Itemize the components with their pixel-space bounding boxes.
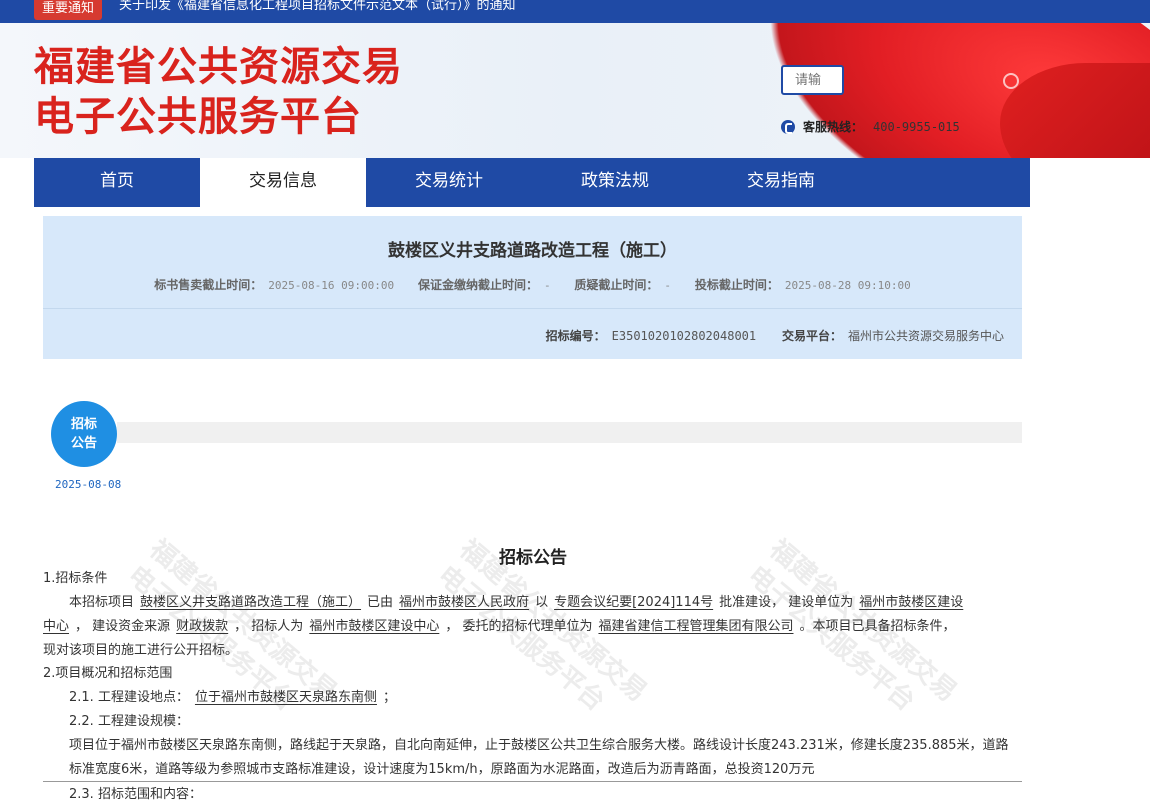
doc-sale-deadline-label: 标书售卖截止时间：: [154, 278, 263, 292]
text: ， 招标人为: [234, 619, 304, 634]
timeline-node-announcement[interactable]: 招标 公告: [51, 401, 117, 467]
text: 本招标项目: [69, 595, 135, 610]
platform-label: 交易平台：: [781, 329, 842, 343]
main-nav: 首页 交易信息 交易统计 政策法规 交易指南: [34, 158, 1030, 207]
nav-item-guide[interactable]: 交易指南: [698, 158, 864, 207]
section-2-2-text-line2: 标准宽度6米，道路等级为参照城市支路标准建设，设计速度为15km/h，原路面为水…: [69, 762, 815, 777]
site-logo-line1[interactable]: 福建省公共资源交易: [34, 45, 403, 89]
hotline: 客服热线： 400-9955-015: [781, 118, 960, 135]
construction-site: 位于福州市鼓楼区天泉路东南侧: [194, 690, 377, 705]
article-title: 招标公告: [499, 548, 567, 568]
text: 。本项目已具备招标条件，: [799, 619, 956, 634]
owner-unit: 福州市鼓楼区建设: [859, 595, 964, 610]
paragraph-1-line1: 本招标项目 鼓楼区义井支路道路改造工程（施工） 已由 福州市鼓楼区人民政府以专题会议纪…: [69, 595, 969, 611]
nav-item-policy[interactable]: 政策法规: [532, 158, 698, 207]
text: 以: [535, 595, 549, 610]
text: 已由: [367, 595, 394, 610]
search-icon[interactable]: [1003, 73, 1019, 89]
notice-bar: 重要通知 关于印发《福建省信息化工程项目招标文件示范文本（试行）》的通知: [0, 0, 1150, 23]
project-name: 鼓楼区义井支路道路改造工程（施工）: [140, 595, 362, 610]
tenderer: 福州市鼓楼区建设中心: [309, 619, 440, 634]
agent: 福建省建信工程管理集团有限公司: [598, 619, 794, 634]
section-2-3-label: 2.3. 招标范围和内容：: [69, 787, 202, 802]
nav-item-home[interactable]: 首页: [34, 158, 200, 207]
text: ， 建设资金来源: [75, 619, 171, 634]
timeline-bar: [117, 422, 1022, 443]
watermark-line2: 电子公共服务平台: [431, 560, 611, 718]
phone-icon: [781, 119, 795, 134]
site-header: 福建省公共资源交易 电子公共服务平台 客服热线： 400-9955-015: [0, 23, 1150, 158]
search-box: [781, 65, 851, 95]
doc-sale-deadline-value: 2025-08-16 09:00:00: [268, 279, 395, 292]
section-2-2-label: 2.2. 工程建设规模：: [69, 714, 189, 729]
query-deadline-label: 质疑截止时间：: [574, 278, 659, 292]
info-divider: [43, 308, 1022, 309]
timeline-node-line1: 招标: [70, 417, 97, 432]
fund-source: 财政拨款: [176, 619, 229, 634]
section-2-1: 2.1. 工程建设地点： 位于福州市鼓楼区天泉路东南侧 ；: [69, 690, 396, 706]
bid-deadline-label: 投标截止时间：: [694, 278, 779, 292]
owner-unit: 中心: [43, 619, 70, 634]
platform-value: 福州市公共资源交易服务中心: [847, 329, 1004, 343]
search-input[interactable]: [783, 67, 851, 93]
notice-badge: 重要通知: [34, 0, 103, 20]
timeline-node-line2: 公告: [70, 436, 97, 451]
hotline-label: 客服热线：: [803, 120, 864, 134]
section-2-1-label: 2.1. 工程建设地点：: [69, 690, 189, 705]
nav-item-trade-stats[interactable]: 交易统计: [366, 158, 532, 207]
approval-document: 专题会议纪要[2024]114号: [554, 595, 714, 610]
notice-link[interactable]: 关于印发《福建省信息化工程项目招标文件示范文本（试行）》的通知: [119, 0, 516, 12]
text: 批准建设， 建设单位为: [719, 595, 854, 610]
timeline-date: 2025-08-08: [55, 478, 122, 491]
paragraph-1-line2: 中心 ， 建设资金来源 财政拨款 ， 招标人为 福州市鼓楼区建设中心 ， 委托的招标代理单…: [43, 619, 956, 635]
approver: 福州市鼓楼区人民政府: [399, 595, 530, 610]
bid-deadline-value: 2025-08-28 09:10:00: [784, 279, 911, 292]
deposit-deadline-value: -: [543, 279, 551, 292]
text: ， 委托的招标代理单位为: [445, 619, 593, 634]
project-title: 鼓楼区义井支路道路改造工程（施工）: [388, 241, 677, 261]
paragraph-1-line3: 现对该项目的施工进行公开招标。: [43, 643, 239, 658]
nav-item-trade-info[interactable]: 交易信息: [200, 158, 366, 207]
bid-meta-row: 招标编号： E3501020102802048001 交易平台： 福州市公共资源交易…: [546, 327, 1004, 344]
content-divider: [43, 781, 1022, 782]
bid-no-value: E3501020102802048001: [611, 329, 757, 343]
text: ；: [382, 690, 396, 705]
bid-no-label: 招标编号：: [545, 329, 606, 343]
section-2-heading: 2.项目概况和招标范围: [43, 666, 173, 681]
deadline-row: 标书售卖截止时间： 2025-08-16 09:00:00 保证金缴纳截止时间： -…: [43, 276, 1022, 293]
query-deadline-value: -: [664, 279, 672, 292]
section-1-heading: 1.招标条件: [43, 571, 108, 586]
deposit-deadline-label: 保证金缴纳截止时间：: [417, 278, 538, 292]
project-info-panel: 鼓楼区义井支路道路改造工程（施工） 标书售卖截止时间： 2025-08-16 09…: [43, 216, 1022, 359]
section-2-2-text-line1: 项目位于福州市鼓楼区天泉路东南侧，路线起于天泉路，自北向南延伸，止于鼓楼区公共卫…: [69, 738, 1009, 753]
site-logo-line2[interactable]: 电子公共服务平台: [34, 95, 362, 139]
watermark-line2: 电子公共服务平台: [741, 560, 921, 718]
hotline-number: 400-9955-015: [873, 119, 960, 134]
